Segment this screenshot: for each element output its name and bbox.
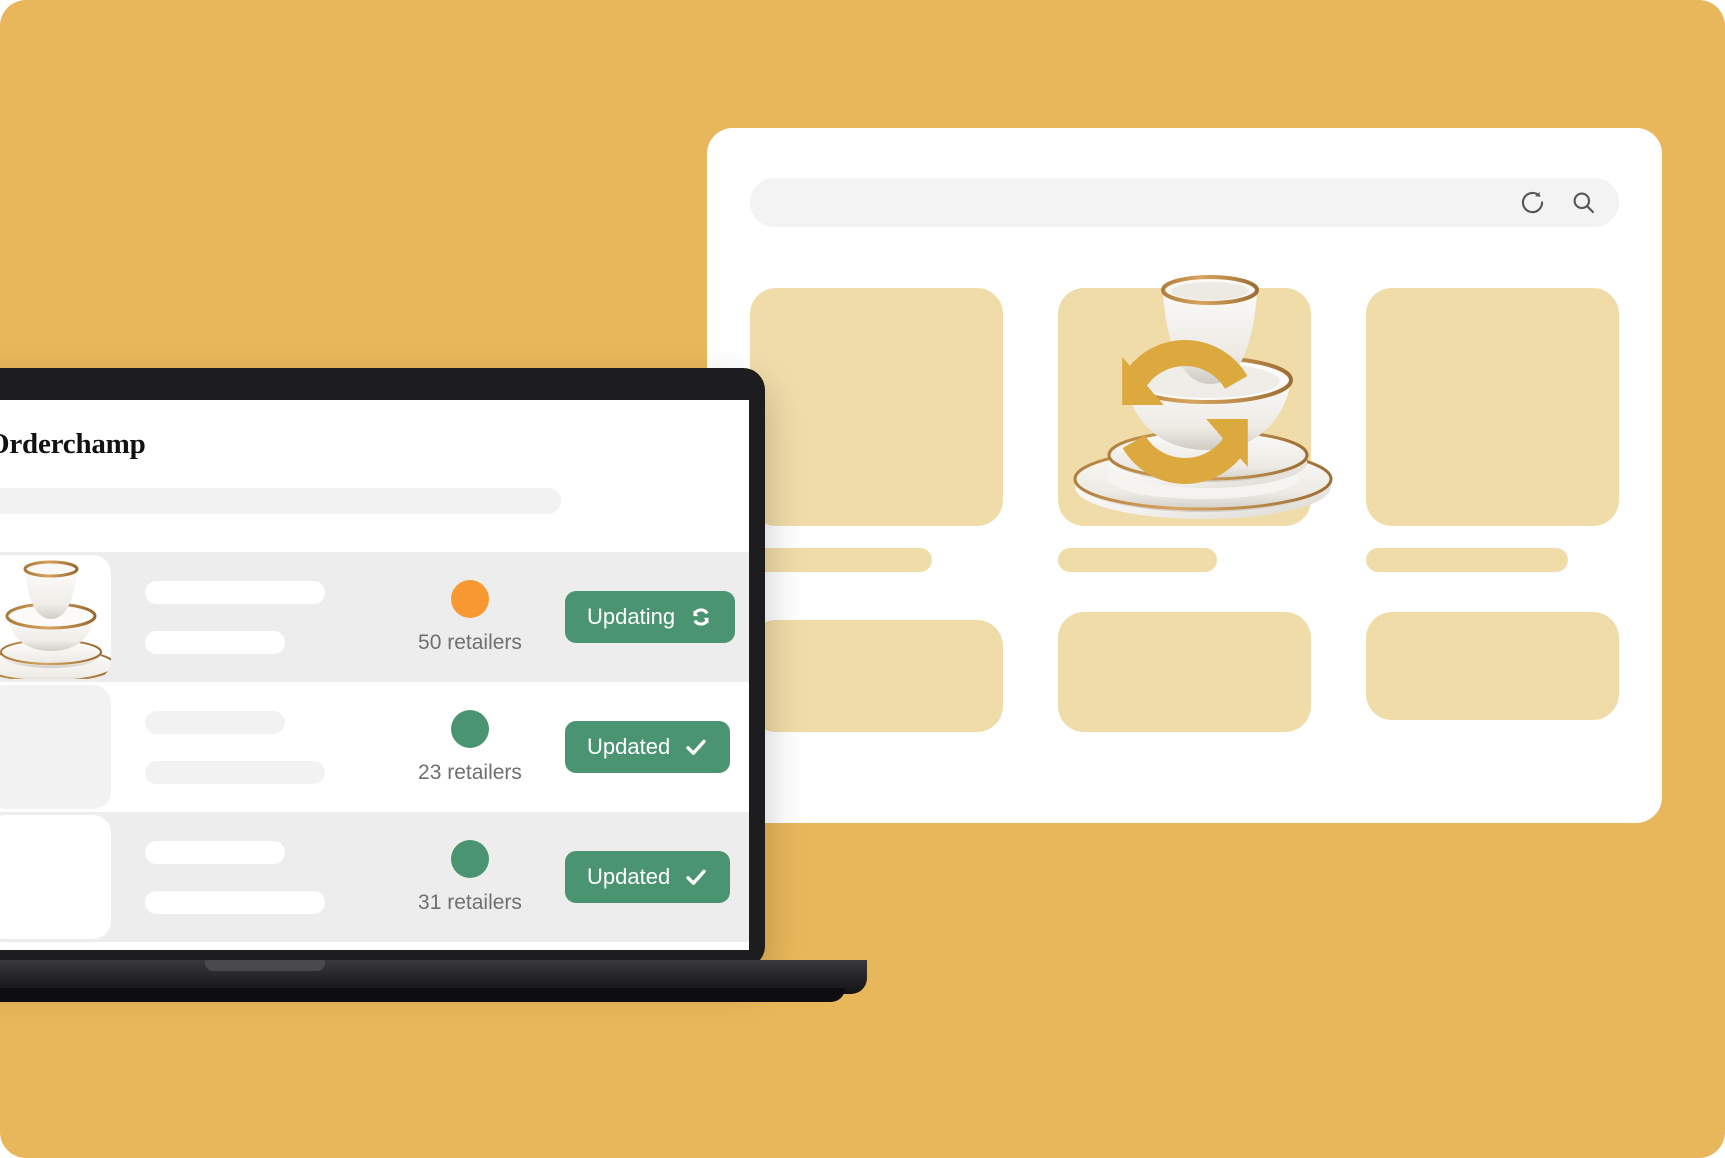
product-tile-6-image bbox=[1366, 612, 1619, 720]
product-tile-3[interactable] bbox=[1366, 288, 1619, 572]
product-tile-5[interactable] bbox=[1058, 612, 1311, 732]
product-text-placeholder bbox=[145, 580, 375, 654]
app-search-input[interactable] bbox=[0, 488, 561, 514]
action-cell: Updated bbox=[565, 851, 749, 903]
illustration-canvas: Orderchamp 50 retailers Updating 23 reta… bbox=[0, 0, 1725, 1158]
status-dot bbox=[451, 839, 489, 878]
laptop-screen: Orderchamp 50 retailers Updating 23 reta… bbox=[0, 400, 749, 950]
product-tile-featured-caption bbox=[1058, 548, 1218, 572]
product-grid-row-1 bbox=[750, 275, 1619, 572]
check-icon bbox=[684, 865, 708, 889]
table-row[interactable]: 31 retailers Updated bbox=[0, 812, 749, 942]
check-icon bbox=[684, 735, 708, 759]
sync-status-button[interactable]: Updated bbox=[565, 721, 731, 773]
retailer-count: 23 retailers bbox=[418, 760, 522, 784]
product-tile-3-caption bbox=[1366, 548, 1569, 572]
product-text-placeholder bbox=[145, 840, 375, 914]
sync-icon bbox=[1121, 339, 1248, 484]
laptop-lid: Orderchamp 50 retailers Updating 23 reta… bbox=[0, 368, 765, 968]
retailer-count: 50 retailers bbox=[418, 630, 522, 654]
product-thumbnail bbox=[0, 685, 111, 809]
sync-status-label: Updated bbox=[587, 864, 671, 889]
ceramic-dinnerware-thumbnail bbox=[0, 560, 111, 679]
skeleton-line-secondary bbox=[145, 630, 285, 654]
product-tile-featured[interactable] bbox=[1058, 275, 1333, 572]
product-tile-3-image bbox=[1366, 288, 1619, 526]
status-dot bbox=[451, 709, 489, 748]
search-icon[interactable] bbox=[1570, 189, 1597, 216]
skeleton-line-primary bbox=[145, 840, 285, 864]
app-header: Orderchamp bbox=[0, 400, 749, 488]
product-thumbnail bbox=[0, 555, 111, 679]
action-cell: Updated bbox=[565, 721, 749, 773]
action-cell: Updating bbox=[565, 591, 749, 643]
app-logo: Orderchamp bbox=[0, 427, 146, 460]
status-dot bbox=[451, 579, 489, 618]
laptop-base-notch bbox=[205, 960, 325, 971]
status-group: 23 retailers bbox=[375, 709, 565, 785]
retailer-count: 31 retailers bbox=[418, 890, 522, 914]
skeleton-line-secondary bbox=[145, 760, 325, 784]
laptop-foot bbox=[0, 988, 845, 1002]
skeleton-line-primary bbox=[145, 710, 285, 734]
product-text-placeholder bbox=[145, 710, 375, 784]
table-row[interactable]: 50 retailers Updating bbox=[0, 552, 749, 682]
sync-status-button[interactable]: Updated bbox=[565, 851, 731, 903]
browser-address-bar[interactable] bbox=[750, 178, 1619, 227]
sync-icon bbox=[689, 605, 713, 629]
sync-status-label: Updating bbox=[587, 604, 676, 629]
table-row[interactable]: 23 retailers Updated bbox=[0, 682, 749, 812]
browser-chrome bbox=[707, 128, 1662, 246]
skeleton-line-secondary bbox=[145, 890, 325, 914]
product-tile-featured-image bbox=[1058, 275, 1333, 526]
skeleton-line-primary bbox=[145, 580, 325, 604]
sync-status-button[interactable]: Updating bbox=[565, 591, 736, 643]
status-group: 31 retailers bbox=[375, 839, 565, 915]
product-sync-list: 50 retailers Updating 23 retailers Updat… bbox=[0, 552, 749, 942]
product-tile-5-image bbox=[1058, 612, 1311, 732]
product-thumbnail bbox=[0, 815, 111, 939]
status-group: 50 retailers bbox=[375, 579, 565, 655]
product-grid-row-2 bbox=[750, 612, 1619, 732]
product-tile-6[interactable] bbox=[1366, 612, 1619, 732]
laptop-mockup: Orderchamp 50 retailers Updating 23 reta… bbox=[0, 368, 870, 1002]
orderchamp-app: Orderchamp 50 retailers Updating 23 reta… bbox=[0, 400, 749, 950]
sync-status-label: Updated bbox=[587, 734, 671, 759]
reload-icon[interactable] bbox=[1519, 189, 1546, 216]
